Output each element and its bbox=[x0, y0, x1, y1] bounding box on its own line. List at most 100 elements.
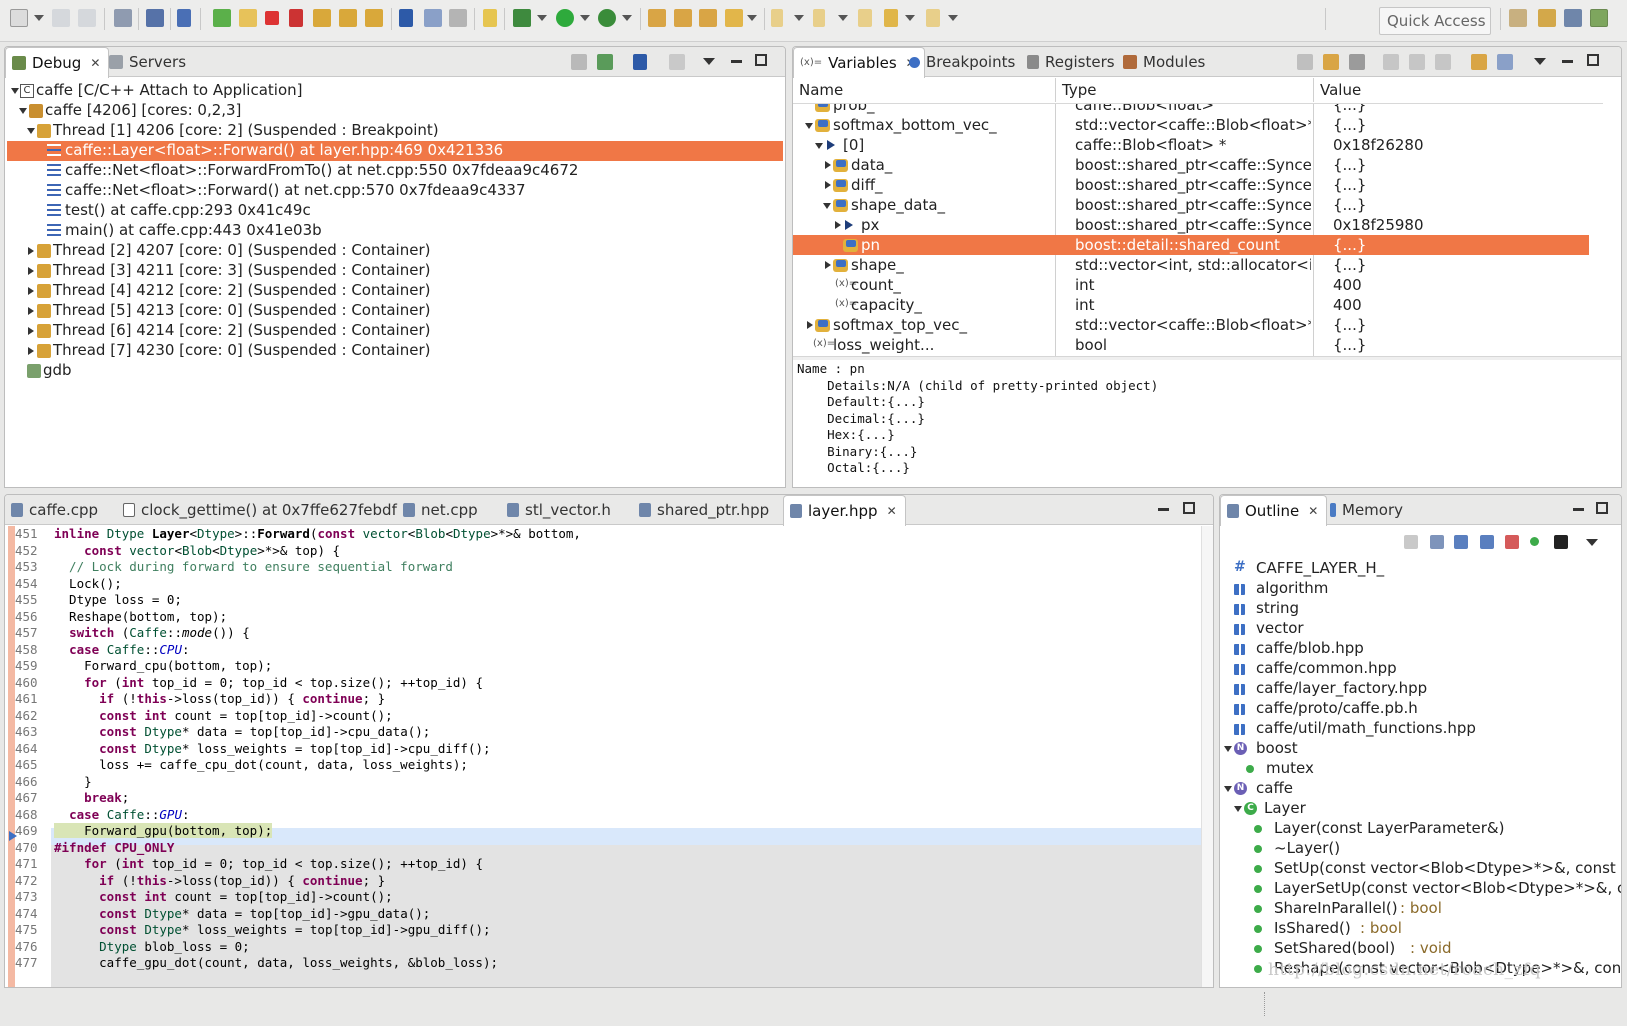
close-icon[interactable]: ✕ bbox=[1308, 502, 1318, 526]
terminate-icon[interactable] bbox=[265, 11, 279, 25]
suspend-icon[interactable] bbox=[239, 9, 257, 27]
details-sash[interactable] bbox=[793, 356, 1621, 360]
tab-registers[interactable]: Registers bbox=[1021, 47, 1123, 77]
tab-layer-hpp[interactable]: layer.hpp ✕ bbox=[783, 495, 906, 526]
tree-thread[interactable]: Thread [2] 4207 [core: 0] (Suspended : C… bbox=[5, 241, 785, 261]
tree-frame[interactable]: test() at caffe.cpp:293 0x41c49c bbox=[5, 201, 785, 221]
resume-icon[interactable] bbox=[213, 9, 231, 27]
terminal-icon[interactable] bbox=[146, 9, 164, 27]
overview-ruler[interactable] bbox=[1201, 526, 1213, 987]
tab-caffe-cpp[interactable]: caffe.cpp bbox=[5, 495, 106, 525]
maximize-icon[interactable] bbox=[1596, 502, 1608, 514]
variable-row[interactable]: shape_ std::vector<int, std::allocator<i… bbox=[793, 255, 1589, 275]
expand-icon[interactable] bbox=[28, 307, 34, 315]
expand-icon[interactable] bbox=[28, 327, 34, 335]
close-icon[interactable]: ✕ bbox=[887, 502, 897, 526]
expand-icon[interactable] bbox=[823, 203, 831, 209]
cpp-perspective-icon[interactable] bbox=[1538, 9, 1556, 27]
disconnect-icon[interactable] bbox=[289, 9, 303, 27]
previous-annotation-icon[interactable] bbox=[813, 9, 825, 27]
minimize-icon[interactable] bbox=[1562, 60, 1573, 63]
open-element-icon[interactable] bbox=[699, 9, 717, 27]
tree-thread[interactable]: Thread [7] 4230 [core: 0] (Suspended : C… bbox=[5, 341, 785, 361]
step-return-icon[interactable] bbox=[365, 9, 383, 27]
column-name-header[interactable]: Name bbox=[793, 78, 1055, 102]
forward-dropdown-icon[interactable] bbox=[948, 15, 958, 21]
tab-net-cpp[interactable]: net.cpp bbox=[397, 495, 486, 525]
tab-shared-ptr[interactable]: shared_ptr.hpp bbox=[633, 495, 777, 525]
step-mode-icon[interactable] bbox=[633, 54, 647, 70]
expand-icon[interactable] bbox=[815, 143, 823, 149]
maximize-icon[interactable] bbox=[1183, 502, 1195, 514]
close-icon[interactable]: ✕ bbox=[90, 54, 100, 78]
hide-fields-icon[interactable] bbox=[1480, 535, 1494, 549]
open-perspective-icon[interactable] bbox=[1509, 9, 1527, 27]
tree-thread[interactable]: Thread [6] 4214 [core: 2] (Suspended : C… bbox=[5, 321, 785, 341]
open-type-icon[interactable] bbox=[674, 9, 692, 27]
variable-row[interactable]: data_ boost::shared_ptr<caffe::SyncedMer… bbox=[793, 155, 1589, 175]
new-icon[interactable] bbox=[10, 9, 28, 27]
tab-debug[interactable]: Debug ✕ bbox=[5, 47, 110, 78]
tab-clock-gettime[interactable]: clock_gettime() at 0x7ffe627febdf bbox=[117, 495, 405, 525]
minimize-icon[interactable] bbox=[1158, 508, 1169, 511]
build-target-icon[interactable] bbox=[483, 9, 497, 27]
maximize-icon[interactable] bbox=[755, 54, 767, 66]
expand-icon[interactable] bbox=[825, 181, 831, 189]
new-view-icon[interactable] bbox=[1471, 54, 1487, 70]
tree-thread[interactable]: Thread [4] 4212 [core: 2] (Suspended : C… bbox=[5, 281, 785, 301]
expand-icon[interactable] bbox=[28, 287, 34, 295]
variable-row[interactable]: (x)= count_ int 400 bbox=[793, 275, 1589, 295]
expand-icon[interactable] bbox=[28, 347, 34, 355]
debug-dropdown-icon[interactable] bbox=[537, 15, 547, 21]
new-dropdown-icon[interactable] bbox=[34, 15, 44, 21]
tree-thread-1[interactable]: Thread [1] 4206 [core: 2] (Suspended : B… bbox=[5, 121, 785, 141]
expand-icon[interactable] bbox=[1224, 746, 1232, 752]
tab-stl-vector[interactable]: stl_vector.h bbox=[501, 495, 619, 525]
show-logical-structure-icon[interactable] bbox=[1323, 54, 1339, 70]
tab-memory[interactable]: Memory bbox=[1324, 495, 1411, 525]
code-area[interactable]: 451 inline Dtype Layer<Dtype>::Forward(co… bbox=[5, 526, 1213, 987]
hide-non-public-icon[interactable] bbox=[1530, 537, 1539, 546]
expand-icon[interactable] bbox=[825, 161, 831, 169]
remove-global-variables-icon[interactable] bbox=[1409, 54, 1425, 70]
add-global-variables-icon[interactable] bbox=[1383, 54, 1399, 70]
variable-row[interactable]: px boost::shared_ptr<caffe::SyncedMer 0x… bbox=[793, 215, 1589, 235]
tree-frame[interactable]: caffe::Net<float>::ForwardFromTo() at ne… bbox=[5, 161, 785, 181]
debug-perspective-icon[interactable] bbox=[1590, 9, 1608, 27]
sort-icon[interactable] bbox=[1454, 535, 1468, 549]
variable-row[interactable]: prob_ caffe::Blob<float> {...} bbox=[793, 104, 1589, 115]
back-icon[interactable] bbox=[884, 9, 898, 27]
column-type-header[interactable]: Type bbox=[1055, 78, 1313, 102]
variable-row[interactable]: diff_ boost::shared_ptr<caffe::SyncedMer… bbox=[793, 175, 1589, 195]
use-step-filters-icon[interactable] bbox=[449, 9, 467, 27]
run-dropdown-icon[interactable] bbox=[580, 15, 590, 21]
collapse-all-icon[interactable] bbox=[1430, 535, 1444, 549]
last-edit-location-icon[interactable] bbox=[858, 9, 872, 27]
search-icon[interactable] bbox=[725, 9, 743, 27]
external-tools-dropdown-icon[interactable] bbox=[622, 15, 632, 21]
external-tools-icon[interactable] bbox=[598, 9, 616, 27]
open-project-icon[interactable] bbox=[648, 9, 666, 27]
expand-icon[interactable] bbox=[835, 221, 841, 229]
hide-static-icon[interactable] bbox=[1505, 535, 1519, 549]
save-icon[interactable] bbox=[52, 9, 70, 27]
build-icon[interactable] bbox=[114, 9, 132, 27]
tab-servers[interactable]: Servers bbox=[103, 47, 194, 77]
expand-icon[interactable] bbox=[1224, 786, 1232, 792]
tree-frame-selected[interactable]: caffe::Layer<float>::Forward() at layer.… bbox=[7, 141, 783, 161]
save-all-icon[interactable] bbox=[78, 9, 96, 27]
quick-access-field[interactable]: Quick Access bbox=[1379, 7, 1491, 35]
variable-row[interactable]: (x)= loss_weight... bool {...} bbox=[793, 335, 1589, 355]
tree-launch[interactable]: C caffe [C/C++ Attach to Application] bbox=[5, 81, 785, 101]
minimize-icon[interactable] bbox=[731, 60, 742, 63]
tree-thread[interactable]: Thread [5] 4213 [core: 0] (Suspended : C… bbox=[5, 301, 785, 321]
remove-launches-icon[interactable] bbox=[571, 54, 587, 70]
collapse-all-icon[interactable] bbox=[1349, 54, 1365, 70]
group-includes-icon[interactable] bbox=[1554, 535, 1568, 549]
next-annotation-icon[interactable] bbox=[771, 9, 783, 27]
view-menu-icon[interactable] bbox=[1586, 539, 1598, 546]
instruction-stepping-icon[interactable] bbox=[399, 9, 413, 27]
minimize-icon[interactable] bbox=[1573, 508, 1584, 511]
tab-modules[interactable]: Modules bbox=[1117, 47, 1213, 77]
tree-frame[interactable]: caffe::Net<float>::Forward() at net.cpp:… bbox=[5, 181, 785, 201]
